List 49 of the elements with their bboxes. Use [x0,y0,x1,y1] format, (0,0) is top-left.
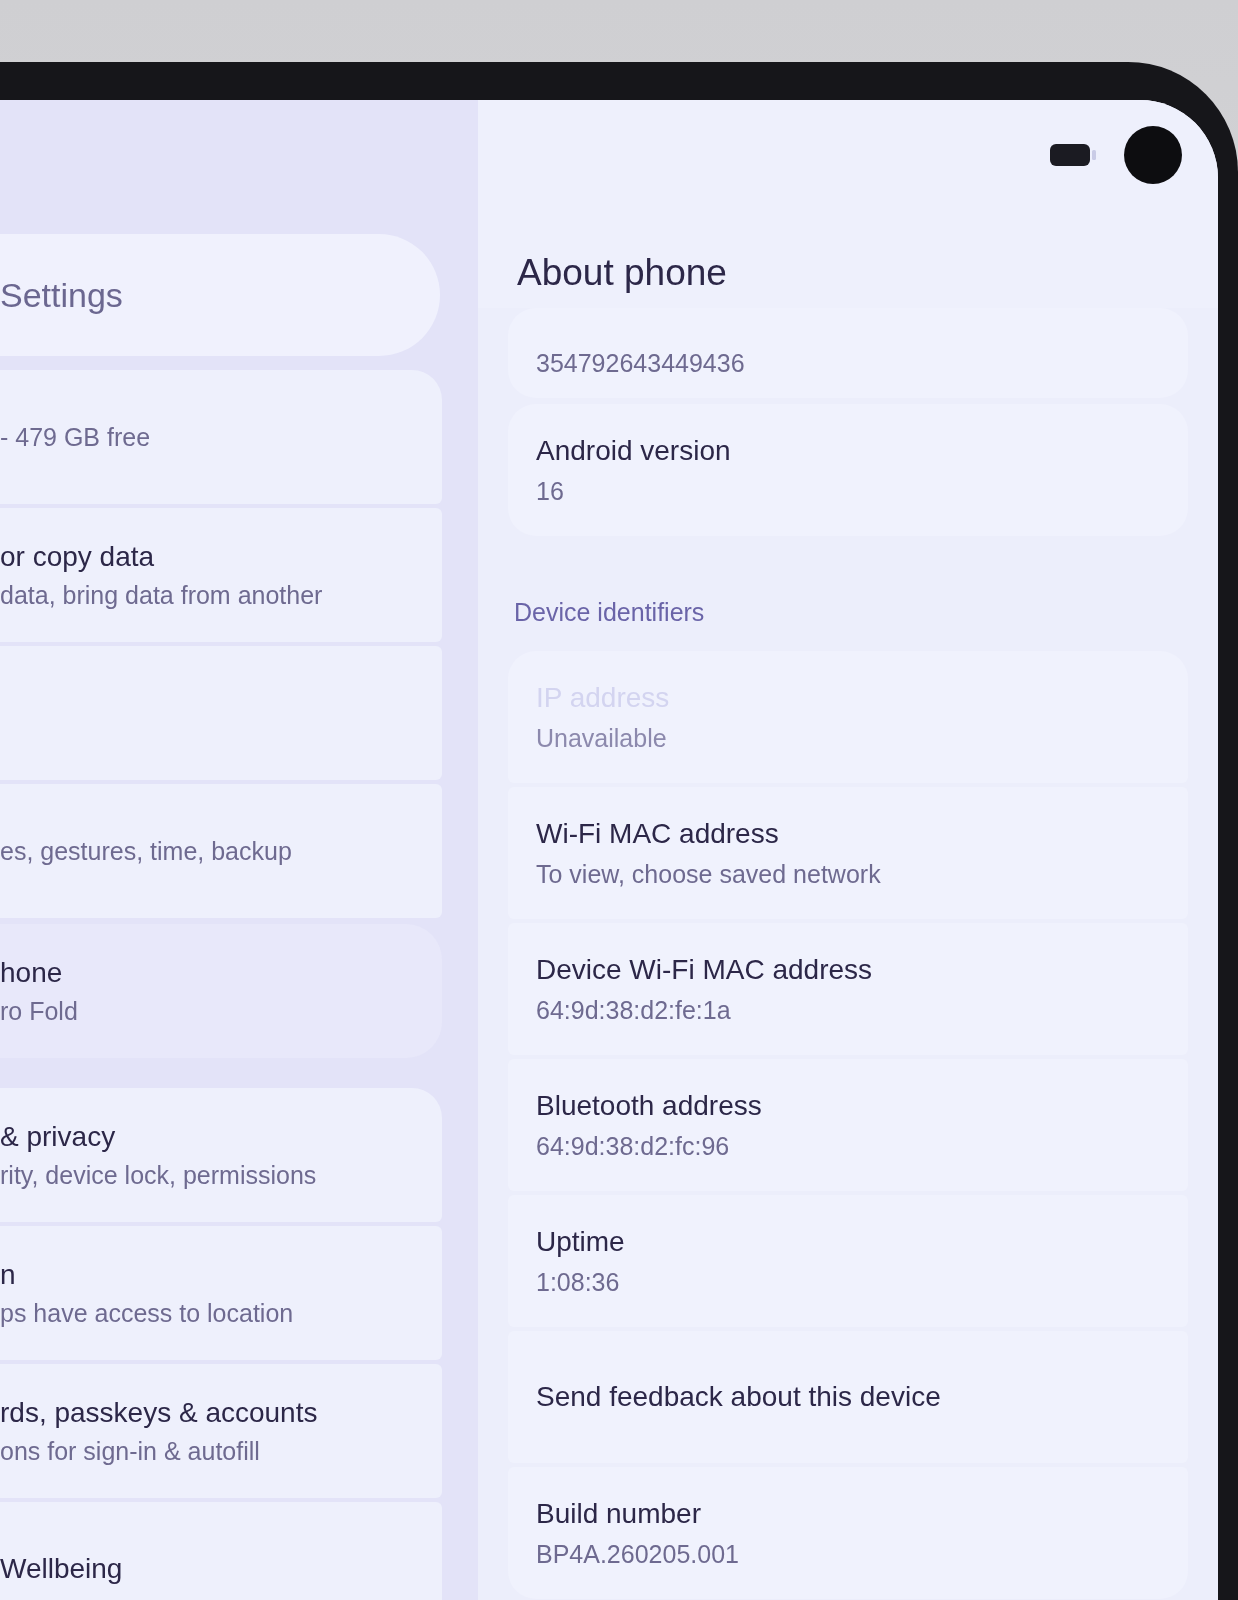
info-label: Device Wi-Fi MAC address [536,953,873,986]
info-value: To view, choose saved network [536,859,881,889]
settings-item[interactable]: es, gestures, time, backup [0,784,442,918]
info-label: Send feedback about this device [536,1381,941,1413]
settings-item[interactable]: rds, passkeys & accounts ons for sign-in & autofill [0,1364,442,1498]
info-item[interactable]: 354792643449436 [508,308,1188,398]
info-label: Wi-Fi MAC address [536,817,779,850]
info-label: Android version [536,434,731,467]
setting-title: or copy data [0,540,155,573]
settings-item[interactable]: & privacy rity, device lock, permissions [0,1088,442,1222]
settings-item[interactable]: Wellbeing [0,1502,442,1600]
setting-summary: rity, device lock, permissions [0,1160,317,1190]
info-value: 1:08:36 [536,1267,620,1297]
settings-item[interactable]: - 479 GB free [0,370,442,504]
info-item[interactable]: Device Wi-Fi MAC address 64:9d:38:d2:fe:1a [508,923,1188,1055]
setting-summary: ro Fold [0,996,78,1026]
info-label: Uptime [536,1225,625,1258]
page-title: About phone [516,251,728,294]
battery-icon [1050,144,1096,166]
info-value: 64:9d:38:d2:fc:96 [536,1131,730,1161]
setting-summary: ons for sign-in & autofill [0,1436,260,1466]
settings-item[interactable]: or copy data data, bring data from another [0,508,442,642]
setting-title: hone [0,956,63,989]
setting-title: Wellbeing [0,1553,123,1585]
info-item[interactable]: Build number BP4A.260205.001 [508,1467,1188,1599]
info-value: 64:9d:38:d2:fe:1a [536,995,731,1025]
section-heading: Device identifiers [513,597,705,628]
info-value: Unavailable [536,723,667,753]
info-label: Bluetooth address [536,1089,762,1122]
setting-summary: ps have access to location [0,1298,294,1328]
info-value: BP4A.260205.001 [536,1539,739,1569]
info-value: 354792643449436 [536,348,745,378]
info-item[interactable]: Wi-Fi MAC address To view, choose saved network [508,787,1188,919]
info-item[interactable]: Send feedback about this device [508,1331,1188,1463]
setting-summary: es, gestures, time, backup [0,836,292,866]
info-label: Build number [536,1497,701,1530]
setting-title: rds, passkeys & accounts [0,1396,318,1429]
setting-summary: data, bring data from another [0,580,323,610]
camera-hole-icon [1124,126,1182,184]
info-item[interactable]: Android version 16 [508,404,1188,536]
settings-item[interactable]: hone ro Fold [0,924,442,1058]
setting-title: & privacy [0,1120,116,1153]
info-value: 16 [536,476,564,506]
setting-summary: - 479 GB free [0,422,151,452]
setting-title: n [0,1258,16,1291]
settings-item[interactable]: n ps have access to location [0,1226,442,1360]
info-item[interactable]: Bluetooth address 64:9d:38:d2:fc:96 [508,1059,1188,1191]
search-field[interactable]: Settings [0,234,440,356]
info-item[interactable]: Uptime 1:08:36 [508,1195,1188,1327]
